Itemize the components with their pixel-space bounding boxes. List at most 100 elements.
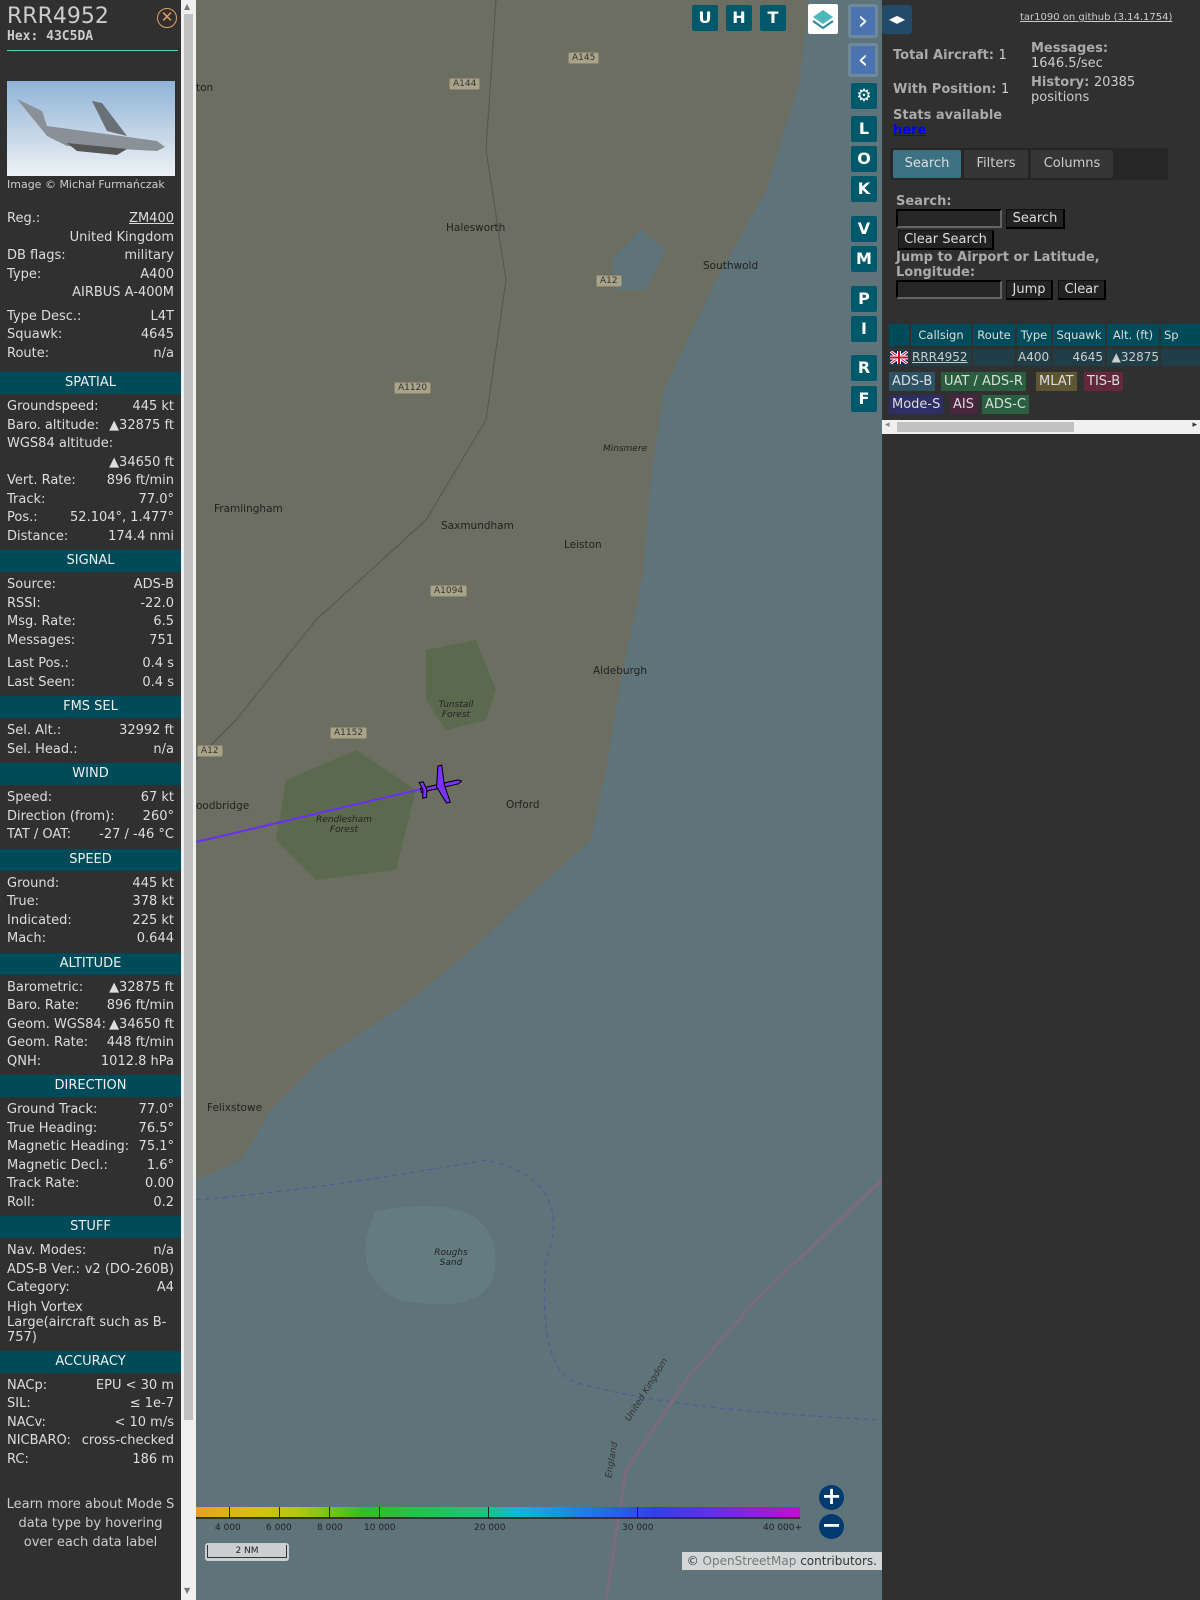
- settings-button[interactable]: ⚙: [851, 83, 877, 109]
- search-input[interactable]: [896, 209, 1002, 228]
- column-header-type[interactable]: Type: [1017, 324, 1051, 346]
- info-label[interactable]: True Heading:: [7, 1120, 97, 1139]
- column-header-route[interactable]: Route: [973, 324, 1015, 346]
- info-label[interactable]: Mach:: [7, 930, 46, 949]
- column-header-squawk[interactable]: Squawk: [1053, 324, 1105, 346]
- clear-button[interactable]: Clear: [1058, 280, 1106, 300]
- close-icon[interactable]: ✕: [157, 8, 177, 28]
- toggle-k-button[interactable]: K: [851, 176, 877, 202]
- info-label[interactable]: Baro. Rate:: [7, 997, 79, 1016]
- stats-link[interactable]: here: [893, 123, 926, 138]
- info-label[interactable]: Ground Track:: [7, 1101, 97, 1120]
- jump-button[interactable]: Jump: [1006, 280, 1053, 300]
- info-label[interactable]: Roll:: [7, 1194, 35, 1213]
- info-label[interactable]: Magnetic Heading:: [7, 1138, 129, 1157]
- tab-columns[interactable]: Columns: [1031, 150, 1113, 178]
- info-label[interactable]: Direction (from):: [7, 808, 115, 827]
- info-label[interactable]: Type Desc.:: [7, 308, 81, 327]
- info-label[interactable]: Last Seen:: [7, 674, 75, 693]
- info-label[interactable]: Squawk:: [7, 326, 62, 345]
- column-header-speed[interactable]: Sp: [1161, 324, 1200, 346]
- info-label[interactable]: True:: [7, 893, 39, 912]
- info-label[interactable]: RC:: [7, 1451, 29, 1470]
- info-label[interactable]: Sel. Head.:: [7, 741, 78, 760]
- tab-filters[interactable]: Filters: [964, 150, 1028, 178]
- table-horizontal-scrollbar[interactable]: ◂ ▸: [882, 420, 1200, 434]
- info-label[interactable]: TAT / OAT:: [7, 826, 71, 845]
- info-label[interactable]: DB flags:: [7, 247, 66, 266]
- toggle-v-button[interactable]: V: [851, 216, 877, 242]
- info-label[interactable]: WGS84 altitude:: [7, 435, 113, 454]
- info-label[interactable]: Track:: [7, 491, 45, 510]
- info-label[interactable]: Source:: [7, 576, 56, 595]
- info-label[interactable]: Distance:: [7, 528, 68, 547]
- zoom-in-button[interactable]: +: [819, 1484, 844, 1510]
- info-label[interactable]: Vert. Rate:: [7, 472, 76, 491]
- toggle-t-button[interactable]: T: [760, 5, 786, 31]
- info-label[interactable]: Messages:: [7, 632, 75, 651]
- zoom-out-button[interactable]: −: [819, 1513, 844, 1539]
- info-label[interactable]: ADS-B Ver.:: [7, 1261, 80, 1280]
- toggle-sidebar-button[interactable]: ◂▸: [882, 5, 912, 34]
- scrollbar-thumb[interactable]: [897, 422, 1074, 432]
- jump-input[interactable]: [896, 280, 1002, 299]
- info-label[interactable]: Pos.:: [7, 509, 38, 528]
- info-label[interactable]: Speed:: [7, 789, 52, 808]
- aircraft-photo[interactable]: [7, 81, 175, 176]
- map[interactable]: Halesworth Southwold Framlingham Saxmund…: [196, 0, 882, 1600]
- column-header-altitude[interactable]: Alt. (ft): [1107, 324, 1159, 346]
- info-label[interactable]: Baro. altitude:: [7, 417, 99, 436]
- toggle-i-button[interactable]: I: [851, 316, 877, 342]
- info-label[interactable]: Indicated:: [7, 912, 72, 931]
- expand-right-button[interactable]: ›: [848, 4, 878, 38]
- toggle-m-button[interactable]: M: [851, 246, 877, 272]
- toggle-h-button[interactable]: H: [726, 5, 752, 31]
- info-label[interactable]: Barometric:: [7, 979, 83, 998]
- scroll-left-icon[interactable]: ◂: [885, 420, 890, 430]
- toggle-u-button[interactable]: U: [692, 5, 718, 31]
- info-label[interactable]: NACv:: [7, 1414, 46, 1433]
- search-button[interactable]: Search: [1006, 209, 1065, 229]
- github-link[interactable]: tar1090 on github (3.14.1754): [1020, 12, 1172, 23]
- info-label[interactable]: High Vortex Large(aircraft such as B-757…: [7, 1300, 174, 1345]
- info-value[interactable]: ZM400: [129, 210, 174, 229]
- info-label[interactable]: NICBARO:: [7, 1432, 71, 1451]
- info-label[interactable]: Magnetic Decl.:: [7, 1157, 108, 1176]
- info-label[interactable]: Nav. Modes:: [7, 1242, 86, 1261]
- info-label[interactable]: Route:: [7, 345, 49, 364]
- info-label[interactable]: Msg. Rate:: [7, 613, 76, 632]
- osm-link[interactable]: OpenStreetMap: [703, 1554, 797, 1568]
- info-label[interactable]: Last Pos.:: [7, 655, 69, 674]
- layers-button[interactable]: [808, 4, 838, 34]
- callsign-cell[interactable]: RRR4952: [911, 349, 971, 366]
- scroll-down-icon[interactable]: ▼: [184, 1586, 190, 1595]
- scroll-up-icon[interactable]: ▲: [184, 2, 190, 11]
- info-label[interactable]: Category:: [7, 1279, 70, 1298]
- info-label[interactable]: Groundspeed:: [7, 398, 98, 417]
- clear-search-button[interactable]: Clear Search: [898, 230, 994, 250]
- toggle-f-button[interactable]: F: [851, 386, 877, 412]
- toggle-l-button[interactable]: L: [851, 116, 877, 142]
- collapse-left-button[interactable]: ‹: [848, 43, 878, 77]
- toggle-p-button[interactable]: P: [851, 286, 877, 312]
- info-label[interactable]: Type:: [7, 266, 41, 285]
- toggle-r-button[interactable]: R: [851, 355, 877, 381]
- tab-search[interactable]: Search: [893, 150, 961, 178]
- aircraft-icon[interactable]: [418, 764, 462, 804]
- info-label[interactable]: RSSI:: [7, 595, 41, 614]
- column-header-callsign[interactable]: Callsign: [911, 324, 971, 346]
- column-header-flag[interactable]: [889, 324, 909, 346]
- info-label[interactable]: Geom. Rate:: [7, 1034, 88, 1053]
- left-panel-scrollbar[interactable]: ▲ ▼: [181, 0, 196, 1600]
- info-label[interactable]: Sel. Alt.:: [7, 722, 61, 741]
- info-label[interactable]: Track Rate:: [7, 1175, 79, 1194]
- info-label[interactable]: QNH:: [7, 1053, 41, 1072]
- scroll-right-icon[interactable]: ▸: [1192, 420, 1197, 430]
- scrollbar-thumb[interactable]: [184, 14, 193, 1420]
- info-label[interactable]: SIL:: [7, 1395, 31, 1414]
- info-label[interactable]: NACp:: [7, 1377, 47, 1396]
- info-label[interactable]: Ground:: [7, 875, 59, 894]
- toggle-o-button[interactable]: O: [851, 146, 877, 172]
- info-label[interactable]: Geom. WGS84:: [7, 1016, 106, 1035]
- info-label[interactable]: Reg.:: [7, 210, 40, 229]
